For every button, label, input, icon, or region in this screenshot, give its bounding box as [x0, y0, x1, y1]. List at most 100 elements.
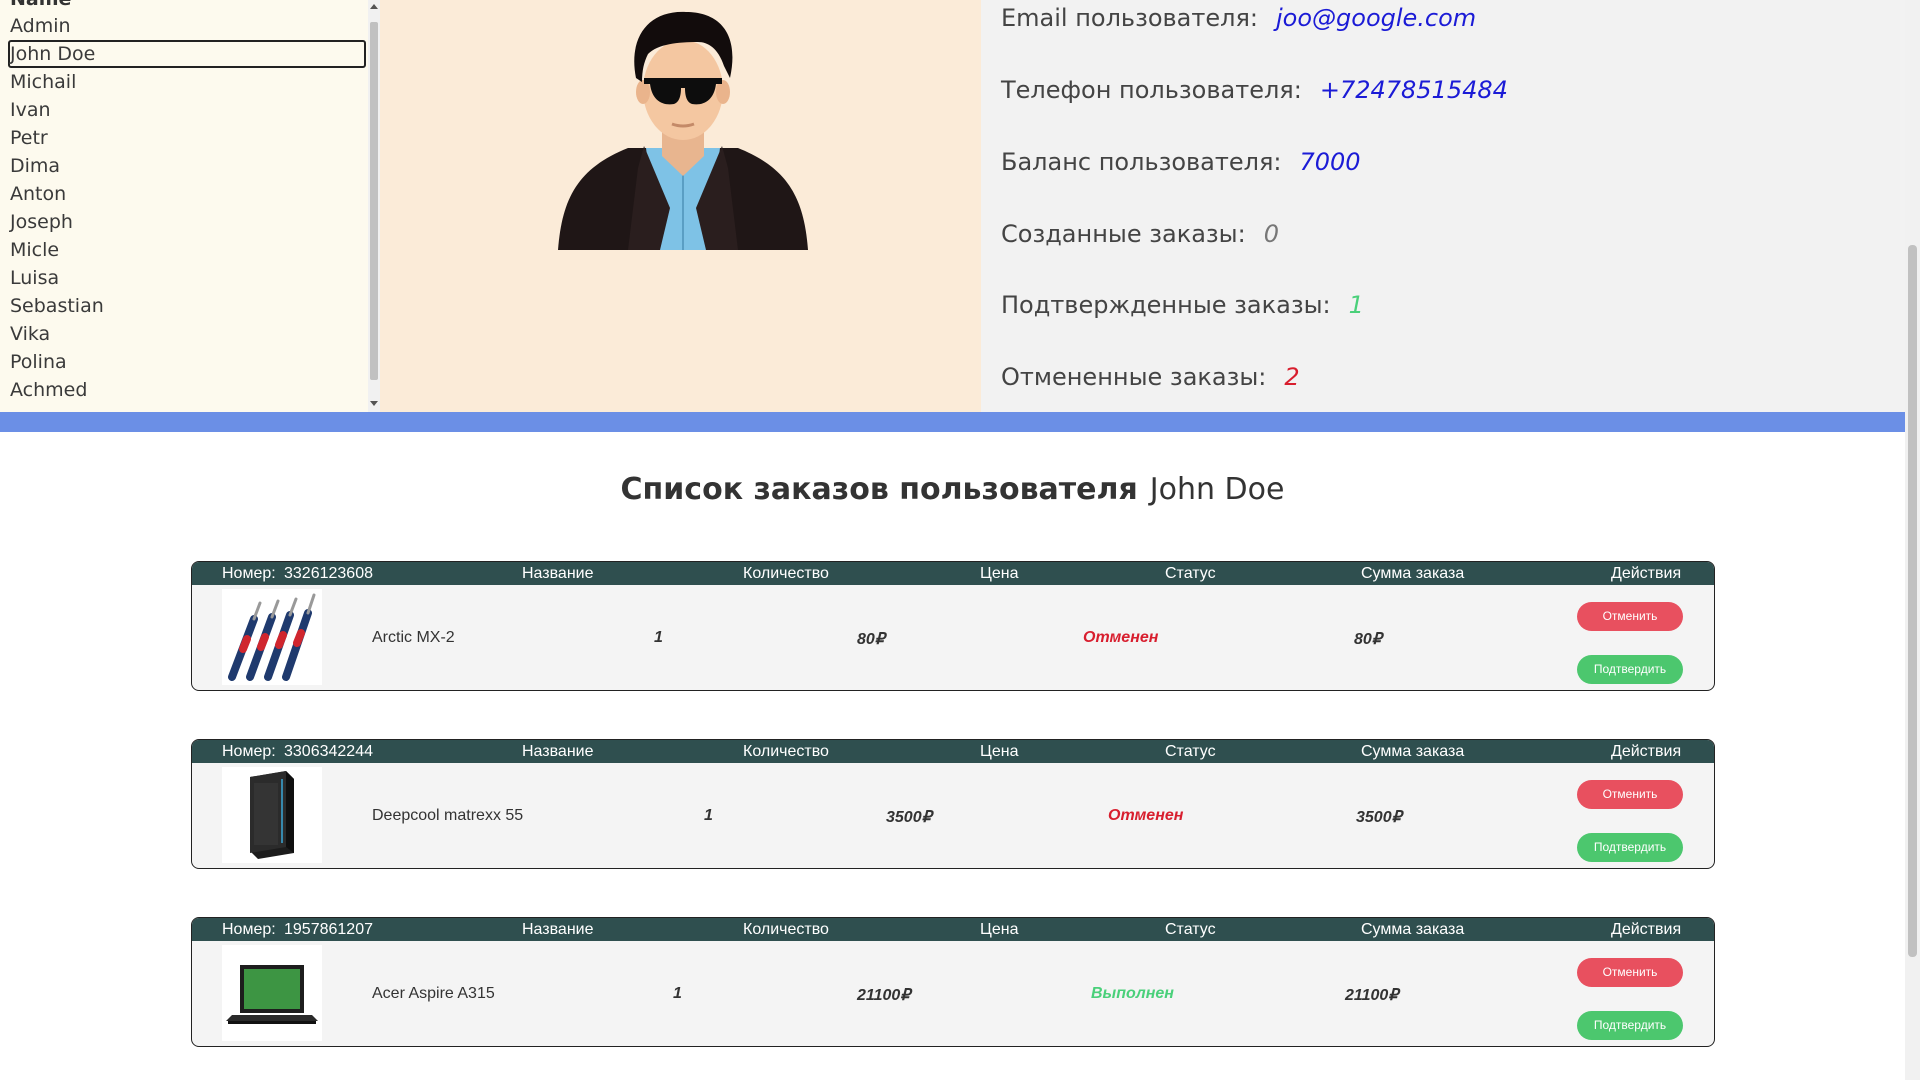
user-info-panel: Email пользователя: joo@google.com Телефо… [981, 0, 1905, 412]
confirm-order-button[interactable]: Подтвердить [1577, 655, 1683, 684]
col-sum-header: Сумма заказа [1361, 743, 1465, 760]
user-item[interactable]: Michail [0, 68, 368, 96]
confirmed-orders-value: 1 [1348, 291, 1364, 319]
user-item[interactable]: Vika [0, 320, 368, 348]
email-label: Email пользователя: [1001, 4, 1258, 32]
order-number-label: Номер: [222, 743, 276, 760]
order-product-name: Arctic MX-2 [372, 629, 455, 646]
order-status: Выполнен [1091, 985, 1174, 1002]
email-row: Email пользователя: joo@google.com [1001, 4, 1476, 32]
col-price-header: Цена [980, 743, 1019, 760]
user-item[interactable]: Admin [0, 12, 368, 40]
users-list-panel: Name Admin John Doe Michail Ivan Petr Di… [0, 0, 380, 412]
order-number-label: Номер: [222, 565, 276, 582]
order-number-label: Номер: [222, 921, 276, 938]
col-name-header: Название [522, 921, 594, 938]
cancel-order-button[interactable]: Отменить [1577, 958, 1683, 987]
order-card: Номер: 3326123608 Название Количество Це… [191, 561, 1715, 691]
user-item[interactable]: Micle [0, 236, 368, 264]
users-list-scrollbar[interactable] [368, 0, 380, 412]
thermal-paste-icon [222, 589, 322, 685]
col-qty-header: Количество [743, 565, 829, 582]
order-number: 1957861207 [284, 921, 373, 938]
scroll-up-icon[interactable] [370, 4, 378, 9]
col-status-header: Статус [1165, 921, 1216, 938]
orders-title-text: Список заказов пользователя [620, 472, 1138, 507]
order-number: 3326123608 [284, 565, 373, 582]
balance-label: Баланс пользователя: [1001, 148, 1282, 176]
pc-case-icon [222, 767, 322, 863]
col-status-header: Статус [1165, 565, 1216, 582]
order-status: Отменен [1083, 629, 1159, 646]
order-card: Номер: 1957861207 Название Количество Це… [191, 917, 1715, 1047]
laptop-icon [222, 945, 322, 1041]
order-header: Номер: 3326123608 Название Количество Це… [192, 562, 1714, 585]
users-list-header: Name [10, 0, 71, 10]
order-number: 3306342244 [284, 743, 373, 760]
users-list[interactable]: Admin John Doe Michail Ivan Petr Dima An… [0, 12, 368, 404]
scrollbar-thumb[interactable] [370, 22, 378, 380]
col-price-header: Цена [980, 921, 1019, 938]
orders-title: Список заказов пользователя John Doe [0, 472, 1905, 507]
scroll-down-icon[interactable] [370, 401, 378, 406]
phone-label: Телефон пользователя: [1001, 76, 1302, 104]
user-item[interactable]: Dima [0, 152, 368, 180]
page-scrollbar-thumb[interactable] [1908, 245, 1917, 957]
user-item[interactable]: Petr [0, 124, 368, 152]
cancel-order-button[interactable]: Отменить [1577, 780, 1683, 809]
created-orders-row: Созданные заказы: 0 [1001, 220, 1279, 248]
cancelled-orders-value: 2 [1284, 363, 1300, 391]
order-sum: 3500₽ [1356, 809, 1402, 826]
orders-title-user: John Doe [1149, 472, 1285, 507]
confirmed-orders-label: Подтвержденные заказы: [1001, 291, 1331, 319]
order-price: 21100₽ [857, 987, 911, 1004]
cancelled-orders-row: Отмененные заказы: 2 [1001, 363, 1300, 391]
user-item[interactable]: Joseph [0, 208, 368, 236]
col-status-header: Статус [1165, 743, 1216, 760]
order-price: 3500₽ [886, 809, 932, 826]
cancelled-orders-label: Отмененные заказы: [1001, 363, 1267, 391]
col-qty-header: Количество [743, 743, 829, 760]
user-item[interactable]: Luisa [0, 264, 368, 292]
created-orders-label: Созданные заказы: [1001, 220, 1246, 248]
phone-row: Телефон пользователя: +72478515484 [1001, 76, 1508, 104]
order-qty: 1 [704, 807, 713, 824]
balance-row: Баланс пользователя: 7000 [1001, 148, 1361, 176]
user-item[interactable]: Anton [0, 180, 368, 208]
order-status: Отменен [1108, 807, 1184, 824]
user-item-selected[interactable]: John Doe [8, 40, 366, 68]
col-actions-header: Действия [1611, 565, 1682, 582]
col-actions-header: Действия [1611, 743, 1682, 760]
order-price: 80₽ [857, 631, 885, 648]
confirm-order-button[interactable]: Подтвердить [1577, 833, 1683, 862]
user-item[interactable]: Sebastian [0, 292, 368, 320]
col-sum-header: Сумма заказа [1361, 565, 1465, 582]
page-scrollbar[interactable] [1905, 0, 1920, 1080]
order-header: Номер: 1957861207 Название Количество Це… [192, 918, 1714, 941]
confirm-order-button[interactable]: Подтвердить [1577, 1011, 1683, 1040]
order-sum: 21100₽ [1345, 987, 1399, 1004]
order-qty: 1 [673, 985, 682, 1002]
order-product-name: Acer Aspire A315 [372, 985, 495, 1002]
col-qty-header: Количество [743, 921, 829, 938]
avatar-panel [380, 0, 981, 412]
user-item[interactable]: Achmed [0, 376, 368, 404]
order-card: Номер: 3306342244 Название Количество Це… [191, 739, 1715, 869]
col-name-header: Название [522, 565, 594, 582]
cancel-order-button[interactable]: Отменить [1577, 602, 1683, 631]
confirmed-orders-row: Подтвержденные заказы: 1 [1001, 291, 1364, 319]
user-avatar-icon [558, 11, 808, 250]
section-divider [0, 412, 1905, 432]
email-value: joo@google.com [1275, 4, 1477, 32]
order-qty: 1 [654, 629, 663, 646]
user-item[interactable]: Ivan [0, 96, 368, 124]
col-sum-header: Сумма заказа [1361, 921, 1465, 938]
col-name-header: Название [522, 743, 594, 760]
user-item[interactable]: Polina [0, 348, 368, 376]
order-header: Номер: 3306342244 Название Количество Це… [192, 740, 1714, 763]
user-overview: Name Admin John Doe Michail Ivan Petr Di… [0, 0, 1905, 412]
col-price-header: Цена [980, 565, 1019, 582]
order-sum: 80₽ [1354, 631, 1382, 648]
phone-value: +72478515484 [1319, 76, 1508, 104]
order-product-name: Deepcool matrexx 55 [372, 807, 524, 824]
